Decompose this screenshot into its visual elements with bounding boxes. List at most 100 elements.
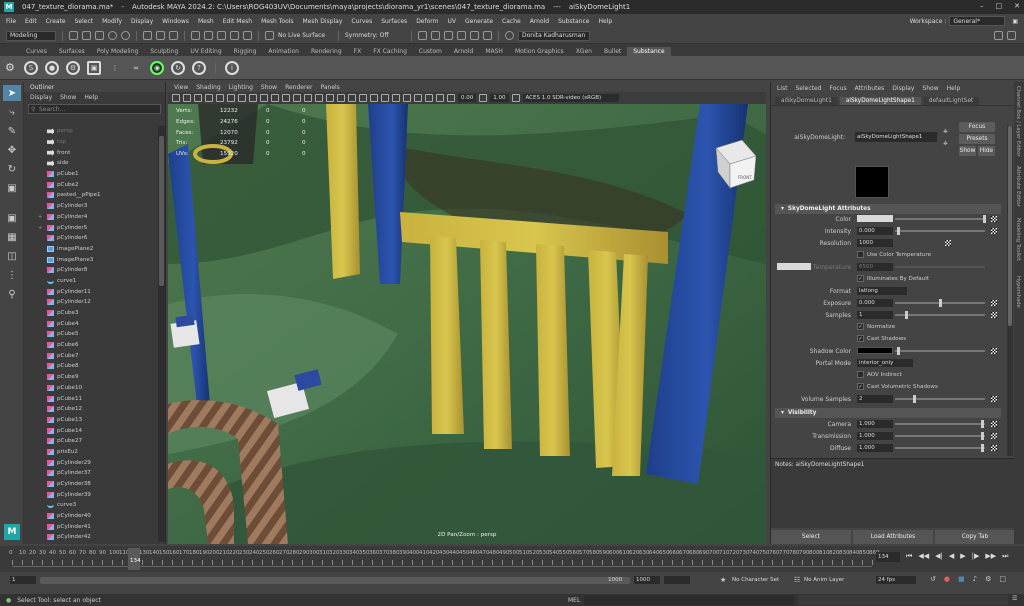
character-set-dropdown[interactable]: No Character Set (730, 576, 786, 584)
volume-samples-slider[interactable] (895, 398, 985, 400)
outliner-item[interactable]: prisEu2 (24, 447, 158, 458)
shelf-tab-rigging[interactable]: Rigging (228, 47, 263, 56)
shelf-tab-curves[interactable]: Curves (20, 47, 53, 56)
outliner-item[interactable]: pasted__pPipe1 (24, 190, 158, 201)
map-button-icon[interactable] (991, 228, 997, 234)
go-to-end-icon[interactable]: ⏭ (1002, 552, 1008, 561)
attr-menu-display[interactable]: Display (892, 85, 914, 92)
grid-icon[interactable] (216, 94, 224, 102)
map-button-icon[interactable] (991, 348, 997, 354)
visibility-slider-knob[interactable] (981, 420, 984, 428)
outliner-item[interactable]: front (24, 147, 158, 158)
outliner-item[interactable]: pCube9 (24, 372, 158, 383)
outliner-item[interactable]: persp (24, 126, 158, 137)
volume-samples-knob[interactable] (913, 395, 916, 403)
outliner-item[interactable]: pCylinder42 (24, 532, 158, 542)
animation-prefs-icon[interactable]: ⚙ (985, 575, 991, 583)
shelf-settings-icon[interactable]: ⚙ (5, 61, 15, 74)
intensity-slider[interactable] (895, 230, 985, 232)
outliner-item[interactable]: + pCylinder4 (24, 212, 158, 223)
map-button-icon[interactable] (945, 240, 951, 246)
live-surface-icon[interactable] (265, 31, 274, 40)
presets-button[interactable]: Presets (959, 134, 995, 144)
outliner-item[interactable]: pCylinder11 (24, 286, 158, 297)
attr-menu-help[interactable]: Help (947, 85, 961, 92)
xray-icon[interactable] (414, 94, 422, 102)
node-name-field[interactable]: aiSkyDomeLightShape1 (855, 132, 937, 142)
outliner-item[interactable]: curve1 (24, 276, 158, 287)
outliner-item[interactable]: pCube10 (24, 383, 158, 394)
outliner-item[interactable]: pCube8 (24, 361, 158, 372)
go-to-start-icon[interactable]: ⏮ (906, 552, 912, 561)
color-space-dropdown[interactable]: ACES 1.0 SDR-video (sRGB) (522, 94, 619, 102)
menu-help[interactable]: Help (599, 18, 613, 25)
volume-samples-field[interactable]: 2 (857, 395, 893, 403)
outliner-item[interactable]: pCylinder38 (24, 479, 158, 490)
samples-slider[interactable] (895, 314, 985, 316)
map-button-icon[interactable] (991, 445, 997, 451)
menu-cache[interactable]: Cache (502, 18, 521, 25)
focus-button[interactable]: Focus (959, 122, 995, 132)
outliner-item[interactable]: imagePlane2 (24, 244, 158, 255)
outliner-menu-help[interactable]: Help (84, 94, 98, 101)
outliner-item[interactable]: imagePlane3 (24, 254, 158, 265)
side-tab-hypershade[interactable]: Hypershade (1015, 276, 1021, 308)
menu-display[interactable]: Display (131, 18, 153, 25)
mel-label[interactable]: MEL (568, 597, 580, 604)
step-forward-icon[interactable]: |▶ (972, 552, 980, 561)
outliner-item[interactable]: pCylinder40 (24, 511, 158, 522)
wireframe-icon[interactable] (293, 94, 301, 102)
depth-of-field-icon[interactable] (392, 94, 400, 102)
range-slider[interactable] (40, 577, 630, 584)
notes-textarea[interactable] (773, 471, 1011, 525)
outliner-item[interactable]: pCylinder41 (24, 521, 158, 532)
redo-icon[interactable] (121, 31, 130, 40)
substance-nodes-icon[interactable]: ⋮ (108, 61, 122, 75)
arnold-render-view-icon[interactable] (483, 31, 492, 40)
illuminates-by-default-checkbox[interactable]: ✓ (857, 275, 864, 282)
outliner-menu-show[interactable]: Show (60, 94, 76, 101)
help-icon[interactable]: ? (192, 60, 206, 75)
outliner-item[interactable]: curve3 (24, 500, 158, 511)
shadow-color-swatch[interactable] (857, 347, 893, 354)
menu-deform[interactable]: Deform (416, 18, 438, 25)
map-button-icon[interactable] (991, 300, 997, 306)
attr-menu-list[interactable]: List (777, 85, 788, 92)
outliner-item[interactable]: pCube6 (24, 340, 158, 351)
outliner-item[interactable]: pCylinder37 (24, 468, 158, 479)
snap-plane-icon[interactable] (230, 31, 239, 40)
menu-mesh-tools[interactable]: Mesh Tools (261, 18, 293, 25)
play-forward-icon[interactable]: ▶ (960, 552, 965, 561)
bookmark-icon[interactable] (194, 94, 202, 102)
user-account-dropdown[interactable]: Donita Kadharusman (518, 30, 590, 41)
outliner-item[interactable]: + pCylinder5 (24, 222, 158, 233)
substance-link-icon[interactable]: ∞ (129, 61, 143, 75)
attribute-scroll-thumb[interactable] (1008, 126, 1012, 326)
close-icon[interactable]: ✕ (1014, 2, 1020, 10)
visibility-transmission-field[interactable]: 1.000 (857, 432, 893, 440)
shelf-tab-xgen[interactable]: XGen (570, 47, 598, 56)
info-icon[interactable]: i (225, 60, 239, 75)
visibility-slider[interactable] (895, 435, 985, 437)
exposure-slider-knob[interactable] (939, 299, 942, 307)
key-icon[interactable]: ● (944, 575, 950, 583)
outliner-item[interactable]: pCube3 (24, 308, 158, 319)
lights-icon[interactable] (337, 94, 345, 102)
render-settings-icon[interactable] (457, 31, 466, 40)
menu-modify[interactable]: Modify (102, 18, 122, 25)
samples-field[interactable]: 1 (857, 311, 893, 319)
range-extra-icon[interactable]: □ (999, 575, 1006, 583)
outliner-item[interactable]: pCube1 (24, 169, 158, 180)
expand-toggle-icon[interactable]: + (38, 225, 44, 231)
viewport-menu-show[interactable]: Show (261, 84, 277, 91)
outliner-item[interactable]: pCube14 (24, 425, 158, 436)
shelf-tab-custom[interactable]: Custom (413, 47, 448, 56)
samples-slider-knob[interactable] (905, 311, 908, 319)
side-tab-modeling-toolkit[interactable]: Modeling Toolkit (1015, 218, 1021, 261)
field-chart-icon[interactable] (260, 94, 268, 102)
attribute-scrollbar[interactable] (1007, 126, 1013, 456)
outliner-scrollbar[interactable] (158, 126, 165, 542)
outliner-menu-display[interactable]: Display (30, 94, 52, 101)
visibility-slider-knob[interactable] (981, 444, 984, 452)
viewport-menu-lighting[interactable]: Lighting (229, 84, 253, 91)
